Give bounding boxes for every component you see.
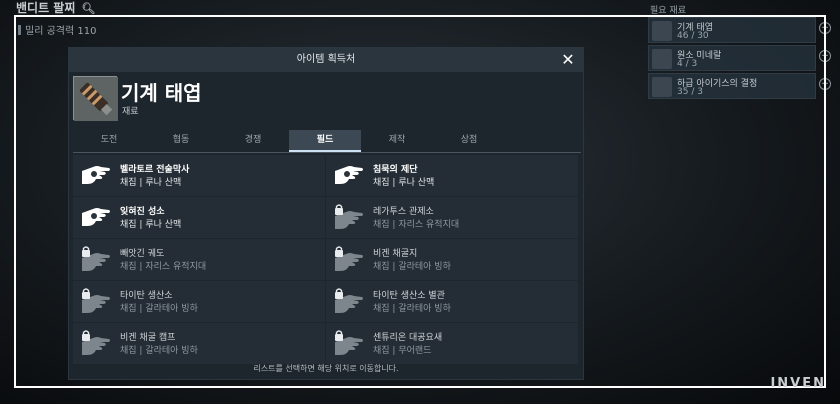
locked-gather-icon bbox=[81, 288, 111, 314]
stat-line: 밀리 공격력 110 bbox=[18, 22, 96, 37]
watermark-logo: INVEN bbox=[770, 376, 826, 391]
material-qty: 46 / 30 bbox=[677, 31, 709, 41]
tab-challenge[interactable]: 도전 bbox=[73, 130, 145, 152]
entry-name: 잊혀진 성소 bbox=[120, 207, 165, 217]
material-icon bbox=[652, 21, 672, 41]
tab-competition[interactable]: 경쟁 bbox=[217, 130, 289, 152]
entry-location: 채집 | 루나 산맥 bbox=[120, 178, 182, 188]
source-entry[interactable]: 비겐 채굴 캠프채집 | 갈라테아 빙하 bbox=[73, 323, 325, 364]
entry-location: 채집 | 루나 산맥 bbox=[120, 220, 182, 230]
source-entry[interactable]: 센튜리온 대공요새채집 | 무어랜드 bbox=[326, 323, 578, 364]
locked-gather-icon bbox=[81, 330, 111, 356]
locked-gather-icon bbox=[334, 204, 364, 230]
entry-location: 채집 | 갈라테아 빙하 bbox=[373, 304, 451, 314]
source-tabs: 도전 협동 경쟁 필드 제작 상점 bbox=[73, 130, 581, 152]
gather-hand-icon bbox=[81, 162, 111, 188]
entry-name: 빼앗긴 궤도 bbox=[120, 249, 165, 259]
locked-gather-icon bbox=[334, 330, 364, 356]
tab-coop[interactable]: 협동 bbox=[145, 130, 217, 152]
locked-gather-icon bbox=[334, 246, 364, 272]
gather-hand-icon bbox=[334, 162, 364, 188]
entry-name: 비겐 채굴 캠프 bbox=[120, 333, 176, 343]
tab-crafting[interactable]: 제작 bbox=[361, 130, 433, 152]
screen-title: 밴디트 팔찌 🔍︎ bbox=[16, 1, 96, 17]
source-entry[interactable]: 잊혀진 성소채집 | 루나 산맥 bbox=[73, 197, 325, 238]
source-entry[interactable]: 레가투스 관제소채집 | 자리스 유적지대 bbox=[326, 197, 578, 238]
entry-name: 레가투스 관제소 bbox=[373, 207, 434, 217]
entry-location: 채집 | 갈라테아 빙하 bbox=[120, 346, 198, 356]
material-icon bbox=[652, 49, 672, 69]
item-header: 기계 태엽 재료 bbox=[69, 72, 583, 121]
source-entry[interactable]: 빼앗긴 궤도채집 | 자리스 유적지대 bbox=[73, 239, 325, 280]
material-icon bbox=[652, 77, 672, 97]
plus-icon[interactable]: + bbox=[819, 50, 831, 62]
entry-name: 타이탄 생산소 별관 bbox=[373, 291, 445, 301]
item-name: 기계 태엽 bbox=[121, 81, 202, 105]
entry-location: 채집 | 루나 산맥 bbox=[373, 178, 435, 188]
tab-shop[interactable]: 상점 bbox=[433, 130, 505, 152]
item-type: 재료 bbox=[122, 107, 139, 117]
search-icon[interactable]: 🔍︎ bbox=[81, 1, 95, 17]
dialog-title: 아이템 획득처 bbox=[296, 54, 356, 65]
close-icon[interactable]: ✕ bbox=[559, 50, 577, 70]
dialog-hint: 리스트를 선택하면 해당 위치로 이동합니다. bbox=[253, 364, 399, 373]
tab-divider bbox=[73, 152, 581, 153]
material-qty: 35 / 3 bbox=[677, 87, 703, 97]
source-entry[interactable]: 타이탄 생산소채집 | 갈라테아 빙하 bbox=[73, 281, 325, 322]
source-entry[interactable]: 비겐 채굴지채집 | 갈라테아 빙하 bbox=[326, 239, 578, 280]
entry-name: 벨라토르 전술막사 bbox=[120, 165, 190, 175]
gear-spring-icon bbox=[73, 76, 118, 121]
gather-hand-icon bbox=[81, 204, 111, 230]
locked-gather-icon bbox=[334, 288, 364, 314]
entry-location: 채집 | 갈라테아 빙하 bbox=[373, 262, 451, 272]
dialog-titlebar: 아이템 획득처 ✕ bbox=[69, 48, 583, 72]
plus-icon[interactable]: + bbox=[819, 78, 831, 90]
source-entry[interactable]: 침묵의 제단채집 | 루나 산맥 bbox=[326, 155, 578, 196]
item-source-dialog: 아이템 획득처 ✕ 기계 태엽 재료 도전 협동 경쟁 필드 제작 상점 벨라토… bbox=[68, 47, 584, 380]
material-item[interactable]: 원소 미네랄 4 / 3 + bbox=[648, 45, 831, 71]
material-qty: 4 / 3 bbox=[677, 59, 698, 69]
entry-name: 침묵의 제단 bbox=[373, 165, 418, 175]
entry-name: 센튜리온 대공요새 bbox=[373, 333, 443, 343]
material-item[interactable]: 하급 아이기스의 결정 35 / 3 + bbox=[648, 73, 831, 99]
entry-location: 채집 | 자리스 유적지대 bbox=[120, 262, 207, 272]
source-entry[interactable]: 타이탄 생산소 별관채집 | 갈라테아 빙하 bbox=[326, 281, 578, 322]
materials-title: 필요 재료 bbox=[650, 6, 686, 16]
entry-name: 비겐 채굴지 bbox=[373, 249, 418, 259]
locked-gather-icon bbox=[81, 246, 111, 272]
entry-location: 채집 | 갈라테아 빙하 bbox=[120, 304, 198, 314]
source-entry[interactable]: 벨라토르 전술막사채집 | 루나 산맥 bbox=[73, 155, 325, 196]
plus-icon[interactable]: + bbox=[819, 22, 831, 34]
source-list: 벨라토르 전술막사 채집 | 루나 산맥 침묵의 제단 채집 | 루나 산맥 잊혀진 성… bbox=[73, 155, 578, 364]
tab-field[interactable]: 필드 bbox=[289, 130, 361, 152]
material-item[interactable]: 기계 태엽 46 / 30 + bbox=[648, 17, 831, 43]
entry-name: 타이탄 생산소 bbox=[120, 291, 173, 301]
entry-location: 채집 | 무어랜드 bbox=[373, 346, 432, 356]
entry-location: 채집 | 자리스 유적지대 bbox=[373, 220, 460, 230]
